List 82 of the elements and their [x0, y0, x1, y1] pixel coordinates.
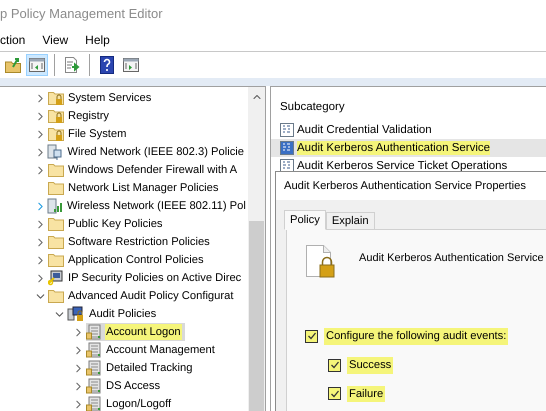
checkbox-label: Configure the following audit events: — [324, 328, 508, 345]
tree-item[interactable]: Account Management — [105, 342, 216, 358]
tree-row[interactable]: Account Management — [86, 341, 219, 359]
tree-row[interactable]: Software Restriction Policies — [48, 233, 214, 251]
dialog-title: Audit Kerberos Authentication Service Properties — [284, 178, 526, 194]
tree-row[interactable]: Public Key Policies — [48, 215, 167, 233]
pane-icon — [123, 58, 139, 72]
menu-item[interactable]: Help — [85, 30, 110, 48]
pane-icon — [29, 58, 45, 72]
menu-item[interactable]: ction — [0, 30, 26, 48]
locked-folder-icon — [48, 90, 64, 106]
scrollbar[interactable] — [248, 87, 265, 411]
tree-row[interactable]: Detailed Tracking — [86, 359, 196, 377]
tree-row[interactable]: Network List Manager Policies — [48, 179, 222, 197]
tree-row[interactable]: Audit Policies — [67, 305, 160, 323]
export-list-icon — [64, 57, 80, 73]
tree-item[interactable]: File System — [67, 126, 128, 142]
checkbox-label: Success — [347, 356, 394, 374]
tree-item[interactable]: Network List Manager Policies — [67, 180, 220, 196]
tree-item[interactable]: Wireless Network (IEEE 802.11) Pol — [66, 198, 247, 214]
show-pane-button[interactable] — [26, 54, 48, 76]
folder-icon — [48, 253, 64, 267]
dialog-tab[interactable]: Explain — [326, 212, 375, 230]
locked-folder-icon — [48, 108, 64, 124]
audit-policy-icon — [67, 306, 85, 322]
tree-item[interactable]: Windows Defender Firewall with A — [67, 162, 238, 178]
locked-document-icon — [305, 244, 335, 280]
tree-row[interactable]: Registry — [48, 107, 114, 125]
tree-item[interactable]: Detailed Tracking — [105, 360, 194, 376]
tree-item[interactable]: Wired Network (IEEE 802.3) Policie — [66, 144, 245, 160]
server-list-icon — [86, 378, 102, 394]
tree-item[interactable]: Software Restriction Policies — [67, 234, 211, 250]
column-header: Subcategory — [280, 101, 345, 113]
checkbox[interactable] — [328, 358, 341, 372]
policy-name: Audit Kerberos Authentication Service — [359, 251, 544, 266]
tree-row[interactable]: DS Access — [86, 377, 164, 395]
binary-file-icon — [280, 123, 294, 137]
locked-folder-icon — [48, 126, 64, 142]
subcategory-row[interactable]: Audit Kerberos Authentication Service — [271, 139, 546, 157]
checkbox[interactable] — [305, 330, 318, 343]
folder-icon — [48, 217, 64, 231]
wireless-signal-icon — [47, 198, 63, 214]
tree-item[interactable]: Audit Policies — [88, 306, 158, 322]
tree-item[interactable]: Application Control Policies — [67, 252, 205, 268]
computer-key-icon — [48, 270, 64, 286]
folder-icon — [48, 181, 64, 195]
tree-item[interactable]: Advanced Audit Policy Configurat — [67, 288, 234, 304]
tree-item[interactable]: DS Access — [105, 378, 162, 394]
tree-row[interactable]: IP Security Policies on Active Direc — [48, 269, 246, 287]
folder-icon — [48, 235, 64, 249]
server-list-icon — [86, 342, 102, 358]
binary-file-icon — [280, 141, 294, 155]
scroll-thumb[interactable] — [249, 221, 264, 411]
server-list-icon — [86, 324, 102, 340]
folder-icon — [48, 289, 64, 303]
tree-item[interactable]: Registry — [67, 108, 110, 124]
checkbox-label: Failure — [347, 386, 386, 402]
folder-up-icon — [5, 57, 21, 73]
network-computer-icon — [47, 144, 64, 160]
server-list-icon — [86, 360, 102, 376]
tree-row[interactable]: Application Control Policies — [48, 251, 208, 269]
tree-item[interactable]: System Services — [67, 90, 152, 106]
server-list-icon — [86, 396, 102, 411]
tree-row[interactable]: System Services — [48, 89, 156, 107]
folder-icon — [48, 163, 64, 177]
tree-row[interactable]: File System — [48, 125, 130, 143]
tree-row[interactable]: Wireless Network (IEEE 802.11) Pol — [47, 197, 248, 215]
tree-row[interactable]: Wired Network (IEEE 802.3) Policie — [47, 143, 248, 161]
checkbox[interactable] — [328, 387, 341, 400]
tree-item[interactable]: Account Logon — [105, 324, 182, 340]
tree-row[interactable]: Account Logon — [86, 323, 185, 341]
dialog-tab[interactable]: Policy — [284, 210, 326, 230]
subcategory-row[interactable]: Audit Credential Validation — [271, 121, 546, 139]
tree-item[interactable]: IP Security Policies on Active Direc — [67, 270, 242, 286]
tree-item[interactable]: Logon/Logoff — [105, 396, 172, 411]
window-title: p Policy Management Editor — [0, 5, 163, 24]
tree-item[interactable]: Public Key Policies — [67, 216, 164, 232]
tree-row[interactable]: Windows Defender Firewall with A — [48, 161, 242, 179]
help-icon — [100, 56, 114, 74]
tree-row[interactable]: Logon/Logoff — [86, 395, 176, 411]
menu-item[interactable]: View — [42, 30, 68, 48]
tree-row[interactable]: Advanced Audit Policy Configurat — [48, 287, 238, 305]
